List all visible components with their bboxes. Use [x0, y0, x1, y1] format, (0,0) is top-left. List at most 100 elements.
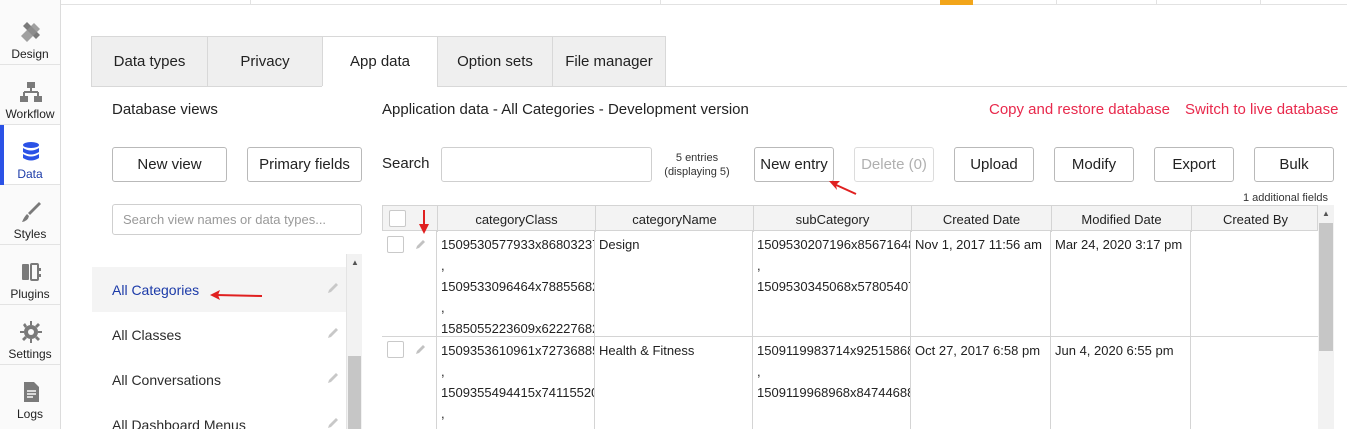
scrollbar-thumb[interactable] — [348, 356, 361, 429]
cell-created-date[interactable]: Nov 1, 2017 11:56 am — [911, 231, 1051, 337]
column-header[interactable]: Modified Date — [1052, 206, 1192, 232]
tab-option-sets[interactable]: Option sets — [437, 36, 552, 87]
cell-line: 1509530345068x57805407 — [757, 279, 911, 294]
column-header[interactable]: categoryClass — [438, 206, 596, 232]
rail-label: Settings — [8, 347, 52, 361]
export-button[interactable]: Export — [1154, 147, 1234, 182]
cell-created-date[interactable]: Oct 27, 2017 6:58 pm — [911, 337, 1051, 429]
column-header[interactable]: subCategory — [754, 206, 912, 232]
cell-category-name[interactable]: Health & Fitness — [595, 337, 753, 429]
cell-modified-date[interactable]: Jun 4, 2020 6:55 pm — [1051, 337, 1191, 429]
views-scrollbar[interactable]: ▲ — [346, 254, 362, 429]
search-views-input[interactable]: Search view names or data types... — [112, 204, 362, 235]
cell-category-name[interactable]: Design — [595, 231, 753, 337]
table-row[interactable]: 1509530577933x86803237 , 1509533096464x7… — [382, 231, 1318, 337]
rail-item-logs[interactable]: Logs — [0, 365, 60, 425]
select-all-checkbox[interactable] — [389, 210, 406, 227]
pencil-icon[interactable] — [326, 416, 340, 429]
cell-line: 1509533096464x78855682 — [441, 279, 595, 294]
column-header[interactable]: Created By — [1192, 206, 1318, 232]
copy-restore-database-link[interactable]: Copy and restore database — [989, 101, 1170, 118]
annotation-arrow-icon — [419, 210, 429, 234]
pencil-icon[interactable] — [326, 371, 340, 385]
rail-item-design[interactable]: Design — [0, 5, 60, 65]
scrollbar-thumb[interactable] — [1319, 223, 1333, 351]
rail-item-styles[interactable]: Styles — [0, 185, 60, 245]
cell-category-class[interactable]: 1509530577933x86803237 , 1509533096464x7… — [437, 231, 595, 337]
row-checkbox[interactable] — [387, 341, 404, 358]
list-item-all-conversations[interactable]: All Conversations — [92, 357, 346, 402]
data-table: categoryClass categoryName subCategory C… — [382, 205, 1318, 429]
cell-sub-category[interactable]: 1509119983714x92515868 , 1509119968968x8… — [753, 337, 911, 429]
pencil-icon[interactable] — [326, 281, 340, 295]
tab-privacy[interactable]: Privacy — [207, 36, 322, 87]
database-icon — [23, 142, 39, 161]
cell-line: 1509353610961x72736885 — [441, 343, 595, 358]
rail-label: Logs — [16, 407, 44, 421]
entries-total: 5 entries — [675, 152, 719, 164]
rail-item-data[interactable]: Data — [0, 125, 60, 185]
modify-button[interactable]: Modify — [1054, 147, 1134, 182]
column-header[interactable]: categoryName — [596, 206, 754, 232]
pencil-icon[interactable] — [326, 326, 340, 340]
bulk-button[interactable]: Bulk — [1254, 147, 1334, 182]
annotation-arrow-icon — [210, 290, 263, 300]
toolbar-divider — [1156, 0, 1157, 5]
editor-sidebar: Design Workflow Data Styles Plugins Sett… — [0, 0, 61, 429]
data-tabs: Data types Privacy App data Option sets … — [91, 36, 666, 87]
pencil-icon[interactable] — [415, 238, 427, 250]
list-item-all-classes[interactable]: All Classes — [92, 312, 346, 357]
top-toolbar-strip — [60, 0, 1347, 5]
plug-icon — [22, 263, 41, 281]
rail-item-settings[interactable]: Settings — [0, 305, 60, 365]
new-view-button[interactable]: New view — [112, 147, 227, 182]
cell-created-by[interactable] — [1191, 231, 1318, 337]
rail-label: Design — [11, 47, 49, 61]
document-icon — [24, 382, 39, 402]
cell-sub-category[interactable]: 1509530207196x85671648 , 1509530345068x5… — [753, 231, 911, 337]
search-input[interactable] — [441, 147, 652, 182]
workflow-icon — [20, 82, 42, 102]
rail-item-workflow[interactable]: Workflow — [0, 65, 60, 125]
table-row[interactable]: 1509353610961x72736885 , 1509355494415x7… — [382, 337, 1318, 429]
cell-category-class[interactable]: 1509353610961x72736885 , 1509355494415x7… — [437, 337, 595, 429]
view-label: All Classes — [112, 326, 182, 343]
toolbar-active-indicator — [940, 0, 973, 5]
cell-line: , — [441, 406, 445, 421]
tab-data-types[interactable]: Data types — [91, 36, 207, 87]
list-item-all-dashboard-menus[interactable]: All Dashboard Menus — [92, 402, 346, 429]
delete-button[interactable]: Delete (0) — [854, 147, 934, 182]
rail-label: Styles — [13, 227, 47, 241]
primary-fields-button[interactable]: Primary fields — [247, 147, 362, 182]
upload-button[interactable]: Upload — [954, 147, 1034, 182]
toolbar-divider — [250, 0, 251, 5]
tab-app-data[interactable]: App data — [322, 36, 437, 87]
scroll-up-icon[interactable]: ▲ — [1322, 209, 1330, 218]
cell-line: 1509354603419x55484919 — [441, 424, 594, 429]
rail-item-plugins[interactable]: Plugins — [0, 245, 60, 305]
cell-line: 1509119983714x92515868 — [757, 343, 911, 358]
database-views-title: Database views — [112, 101, 218, 118]
table-scrollbar[interactable]: ▲ — [1318, 205, 1334, 429]
cell-line: , — [757, 258, 761, 273]
page-title: Application data - All Categories - Deve… — [382, 101, 749, 118]
scroll-up-icon[interactable]: ▲ — [351, 258, 359, 267]
cell-modified-date[interactable]: Mar 24, 2020 3:17 pm — [1051, 231, 1191, 337]
tab-file-manager[interactable]: File manager — [552, 36, 666, 87]
new-entry-button[interactable]: New entry — [754, 147, 834, 182]
additional-fields-note: 1 additional fields — [1243, 192, 1329, 204]
view-label: All Conversations — [112, 371, 221, 388]
column-header[interactable]: Created Date — [912, 206, 1052, 232]
view-label: All Categories — [112, 281, 200, 298]
cell-line: , — [441, 300, 445, 315]
brush-icon — [22, 202, 41, 222]
row-checkbox[interactable] — [387, 236, 404, 253]
cell-created-by[interactable] — [1191, 337, 1318, 429]
toolbar-divider — [1260, 0, 1261, 5]
cell-line: 1509355494415x74115520 — [441, 385, 595, 400]
pencil-icon[interactable] — [415, 343, 427, 355]
cell-line: 1509530207196x85671648 — [757, 237, 911, 252]
switch-live-database-link[interactable]: Switch to live database — [1185, 101, 1338, 118]
entries-displaying: (displaying 5) — [664, 166, 730, 178]
row-controls — [382, 231, 437, 337]
